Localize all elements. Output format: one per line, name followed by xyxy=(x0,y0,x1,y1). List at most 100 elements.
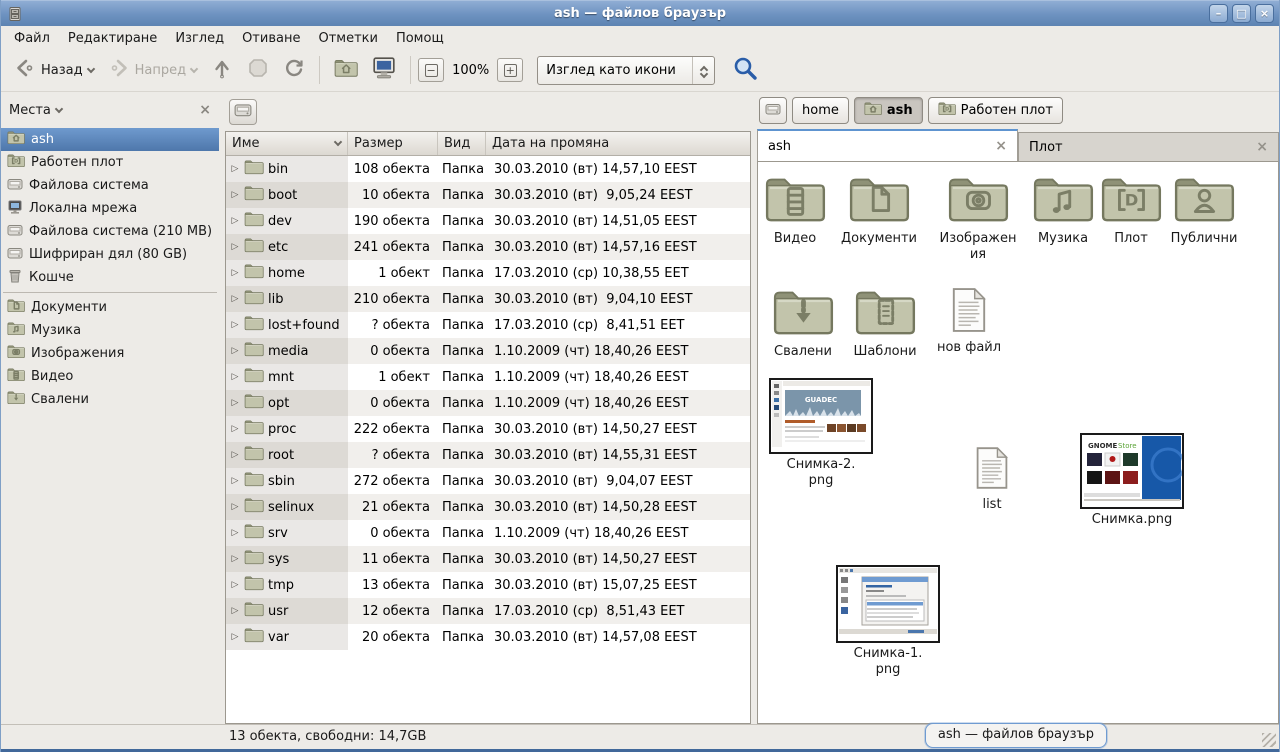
thumbnail-item[interactable]: GUADECСнимка-2. png xyxy=(766,378,876,489)
file-item[interactable]: list xyxy=(937,446,1047,513)
sidebar-item-network[interactable]: Локална мрежа xyxy=(1,197,219,220)
home-button[interactable] xyxy=(327,53,365,87)
table-row[interactable]: ▷ bin108 обектаПапка30.03.2010 (вт) 14,5… xyxy=(226,156,750,182)
expander-icon[interactable]: ▷ xyxy=(230,450,240,460)
column-header-type[interactable]: Вид xyxy=(438,132,486,155)
expander-icon[interactable]: ▷ xyxy=(230,554,240,564)
menu-view[interactable]: Изглед xyxy=(166,29,233,48)
icon-view[interactable]: Видео Документи Изображен ия Музика DПло… xyxy=(757,161,1279,724)
table-row[interactable]: ▷ lib210 обектаПапка30.03.2010 (вт) 9,04… xyxy=(226,286,750,312)
table-row[interactable]: ▷ proc222 обектаПапка30.03.2010 (вт) 14,… xyxy=(226,416,750,442)
file-item[interactable]: нов файл xyxy=(914,287,1024,356)
minimize-button[interactable]: – xyxy=(1209,4,1228,23)
sidebar-item-desktop[interactable]: DРаботен плот xyxy=(1,151,219,174)
table-row[interactable]: ▷ media0 обектаПапка1.10.2009 (чт) 18,40… xyxy=(226,338,750,364)
table-row[interactable]: ▷ opt0 обектаПапка1.10.2009 (чт) 18,40,2… xyxy=(226,390,750,416)
tab-plot[interactable]: Плот× xyxy=(1018,132,1279,161)
resize-grip[interactable] xyxy=(1262,733,1276,747)
file-item[interactable]: Публични xyxy=(1149,174,1259,247)
sidebar-item-downloads[interactable]: Свалени xyxy=(1,388,219,411)
table-row[interactable]: ▷ selinux21 обектаПапка30.03.2010 (вт) 1… xyxy=(226,494,750,520)
sidebar-item-images[interactable]: Изображения xyxy=(1,342,219,365)
file-item[interactable]: Документи xyxy=(824,174,934,247)
tab-close-icon[interactable]: × xyxy=(995,138,1007,154)
tab-close-icon[interactable]: × xyxy=(1256,139,1268,155)
sidebar-close-icon[interactable]: × xyxy=(199,102,211,118)
stop-button[interactable] xyxy=(240,52,276,88)
column-header-modified[interactable]: Дата на промяна xyxy=(486,132,750,155)
sidebar-item-video[interactable]: Видео xyxy=(1,365,219,388)
root-path-button[interactable] xyxy=(229,99,257,125)
menu-file[interactable]: Файл xyxy=(5,29,59,48)
table-row[interactable]: ▷ sys11 обектаПапка30.03.2010 (вт) 14,50… xyxy=(226,546,750,572)
reload-button[interactable] xyxy=(276,52,312,88)
combo-spinner-icon[interactable] xyxy=(692,57,714,84)
table-row[interactable]: ▷ boot10 обектаПапка30.03.2010 (вт) 9,05… xyxy=(226,182,750,208)
table-row[interactable]: ▷ mnt1 обектПапка1.10.2009 (чт) 18,40,26… xyxy=(226,364,750,390)
file-modified: 30.03.2010 (вт) 9,05,24 EEST xyxy=(486,188,750,203)
table-row[interactable]: ▷ root? обектаПапка30.03.2010 (вт) 14,55… xyxy=(226,442,750,468)
expander-icon[interactable]: ▷ xyxy=(230,528,240,538)
expander-icon[interactable]: ▷ xyxy=(230,502,240,512)
thumbnail-item[interactable]: Снимка-1. png xyxy=(833,565,943,678)
computer-button[interactable] xyxy=(365,51,403,89)
expander-icon[interactable]: ▷ xyxy=(230,632,240,642)
column-header-size[interactable]: Размер xyxy=(348,132,438,155)
path-button-home-dir[interactable]: home xyxy=(792,97,849,124)
expander-icon[interactable]: ▷ xyxy=(230,268,240,278)
path-button-ash[interactable]: ash xyxy=(854,97,923,124)
tab-ash[interactable]: ash× xyxy=(757,129,1018,161)
column-header-name[interactable]: Име xyxy=(226,132,348,155)
sidebar-item-filesystem-210[interactable]: Файлова система (210 MB) xyxy=(1,220,219,243)
sidebar-item-music[interactable]: Музика xyxy=(1,319,219,342)
search-button[interactable] xyxy=(729,52,761,88)
expander-icon[interactable]: ▷ xyxy=(230,398,240,408)
file-size: 241 обекта xyxy=(348,240,438,255)
sidebar-header: Места × xyxy=(1,92,219,128)
places-selector[interactable]: Места xyxy=(9,103,62,118)
back-button[interactable]: Назад xyxy=(7,52,101,88)
path-button-desktop[interactable]: DРаботен плот xyxy=(928,97,1063,124)
sidebar-item-trash[interactable]: Кошче xyxy=(1,266,219,289)
expander-icon[interactable]: ▷ xyxy=(230,424,240,434)
up-button[interactable] xyxy=(204,52,240,88)
zoom-out-button[interactable]: − xyxy=(418,58,444,82)
table-row[interactable]: ▷ var20 обектаПапка30.03.2010 (вт) 14,57… xyxy=(226,624,750,650)
table-row[interactable]: ▷ home1 обектПапка17.03.2010 (ср) 10,38,… xyxy=(226,260,750,286)
expander-icon[interactable]: ▷ xyxy=(230,164,240,174)
expander-icon[interactable]: ▷ xyxy=(230,580,240,590)
expander-icon[interactable]: ▷ xyxy=(230,606,240,616)
menu-go[interactable]: Отиване xyxy=(233,29,309,48)
view-mode-select[interactable]: Изглед като икони xyxy=(537,56,715,85)
menu-help[interactable]: Помощ xyxy=(387,29,453,48)
expander-icon[interactable]: ▷ xyxy=(230,372,240,382)
table-row[interactable]: ▷ etc241 обектаПапка30.03.2010 (вт) 14,5… xyxy=(226,234,750,260)
close-button[interactable]: × xyxy=(1255,4,1274,23)
expander-icon[interactable]: ▷ xyxy=(230,346,240,356)
sidebar-item-encrypted-80[interactable]: Шифриран дял (80 GB) xyxy=(1,243,219,266)
expander-icon[interactable]: ▷ xyxy=(230,476,240,486)
sidebar-item-documents[interactable]: Документи xyxy=(1,296,219,319)
table-row[interactable]: ▷ usr12 обектаПапка17.03.2010 (ср) 8,51,… xyxy=(226,598,750,624)
expander-icon[interactable]: ▷ xyxy=(230,320,240,330)
table-row[interactable]: ▷ tmp13 обектаПапка30.03.2010 (вт) 15,07… xyxy=(226,572,750,598)
sidebar-item-home[interactable]: ash xyxy=(1,128,219,151)
expander-icon[interactable]: ▷ xyxy=(230,294,240,304)
menu-bookmarks[interactable]: Отметки xyxy=(309,29,386,48)
menu-edit[interactable]: Редактиране xyxy=(59,29,166,48)
table-row[interactable]: ▷ dev190 обектаПапка30.03.2010 (вт) 14,5… xyxy=(226,208,750,234)
table-row[interactable]: ▷ sbin272 обектаПапка30.03.2010 (вт) 9,0… xyxy=(226,468,750,494)
table-row[interactable]: ▷ lost+found? обектаПапка17.03.2010 (ср)… xyxy=(226,312,750,338)
expander-icon[interactable]: ▷ xyxy=(230,190,240,200)
back-dropdown-icon[interactable] xyxy=(86,64,94,72)
zoom-in-button[interactable]: + xyxy=(497,58,523,82)
expander-icon[interactable]: ▷ xyxy=(230,242,240,252)
thumbnail-item[interactable]: GNOMEStoreСнимка.png xyxy=(1077,433,1187,528)
path-button-root[interactable] xyxy=(759,97,787,124)
table-row[interactable]: ▷ srv0 обектаПапка1.10.2009 (чт) 18,40,2… xyxy=(226,520,750,546)
sidebar-item-filesystem[interactable]: Файлова система xyxy=(1,174,219,197)
maximize-button[interactable]: □ xyxy=(1232,4,1251,23)
forward-button[interactable]: Напред xyxy=(101,52,204,88)
window-hint[interactable]: ash — файлов браузър xyxy=(925,723,1107,748)
expander-icon[interactable]: ▷ xyxy=(230,216,240,226)
